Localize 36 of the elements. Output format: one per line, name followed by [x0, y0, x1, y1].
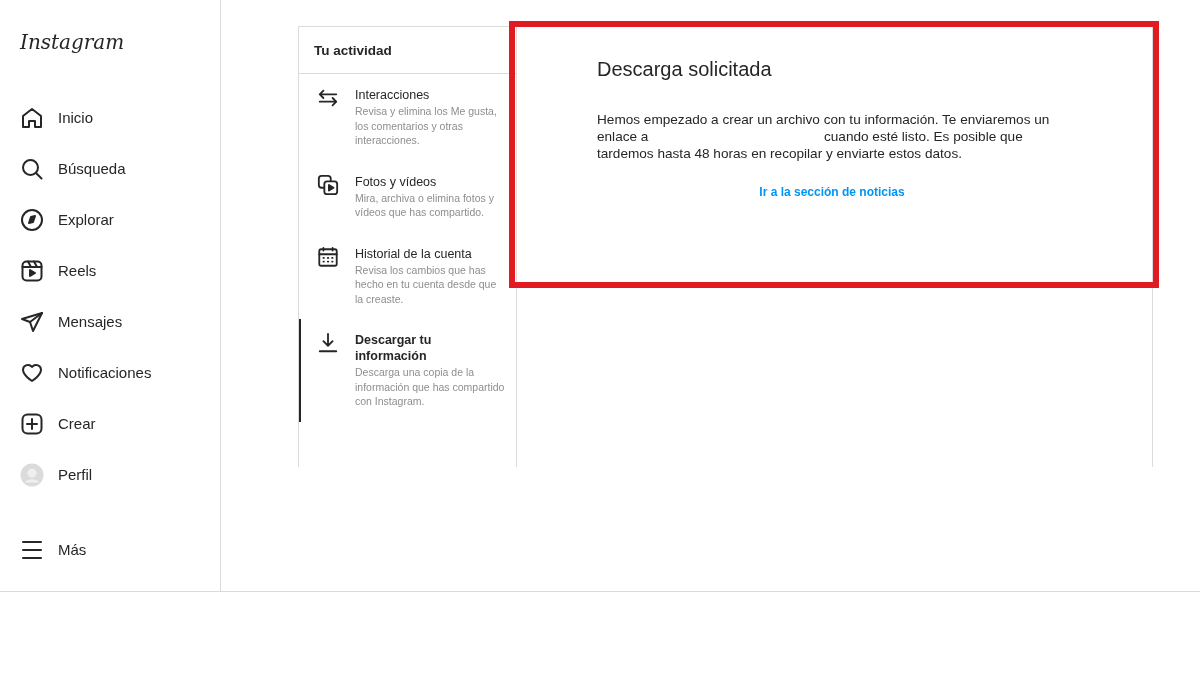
item-description: Revisa los cambios que has hecho en tu cuenta desde que la creaste. [355, 262, 498, 306]
activity-menu-item[interactable]: Fotos y vídeos Mira, archiva o elimina fotos y vídeos que has compartido. [299, 160, 516, 233]
compass-icon [20, 207, 44, 232]
section-title: Tu actividad [299, 27, 516, 74]
item-title: Historial de la cuenta [355, 245, 473, 262]
sidebar-item[interactable]: Búsqueda [20, 143, 132, 194]
reels-icon [20, 258, 44, 283]
item-description: Descarga una copia de la información que has compartido con Instagram. [355, 365, 506, 409]
item-title: Descargar tu información [355, 332, 433, 364]
sidebar-item[interactable]: Notificaciones [20, 347, 158, 398]
photos-icon [317, 173, 339, 196]
more-menu-item[interactable]: Más [20, 524, 93, 575]
arrows-icon [317, 87, 339, 109]
sidebar-item[interactable]: Explorar [20, 194, 120, 245]
download-icon [317, 332, 339, 354]
home-icon [20, 105, 44, 130]
activity-menu-item[interactable]: Interacciones Revisa y elimina los Me gusta, los comentarios y otras interacciones. [299, 74, 516, 161]
activity-menu-item[interactable]: Descargar tu información Descarga una copia de la información que has compartido con Instagram. [299, 319, 516, 422]
sidebar-item[interactable]: Crear [20, 398, 102, 449]
calendar-icon [317, 245, 339, 268]
sidebar-item[interactable]: Inicio [20, 92, 100, 143]
activity-menu-item[interactable]: Historial de la cuenta Revisa los cambios que has hecho en tu cuenta desde que la creaste. [299, 232, 516, 319]
sidebar-item[interactable]: Perfil [20, 449, 99, 500]
avatar-icon [20, 462, 44, 487]
sidebar-item[interactable]: Mensajes [20, 296, 129, 347]
send-icon [20, 309, 44, 334]
item-title: Interacciones [355, 87, 431, 103]
sidebar-item[interactable]: Reels [20, 245, 103, 296]
item-description: Revisa y elimina los Me gusta, los comentarios y otras interacciones. [355, 104, 498, 148]
instagram-logo[interactable]: Instagram [20, 30, 125, 54]
dialog-title: Descarga solicitada [597, 58, 773, 81]
item-title: Fotos y vídeos [355, 173, 438, 190]
message-text: Hemos empezado a crear un archivo con tu información. Te enviaremos un enlace a cuando esté listo. Es posible que tardemos hasta 48 horas en recopilar y enviarte estos datos. [597, 111, 1051, 162]
search-icon [20, 156, 44, 181]
item-description: Mira, archiva o elimina fotos y vídeos que has compartido. [355, 190, 495, 220]
plus-icon [20, 411, 44, 436]
